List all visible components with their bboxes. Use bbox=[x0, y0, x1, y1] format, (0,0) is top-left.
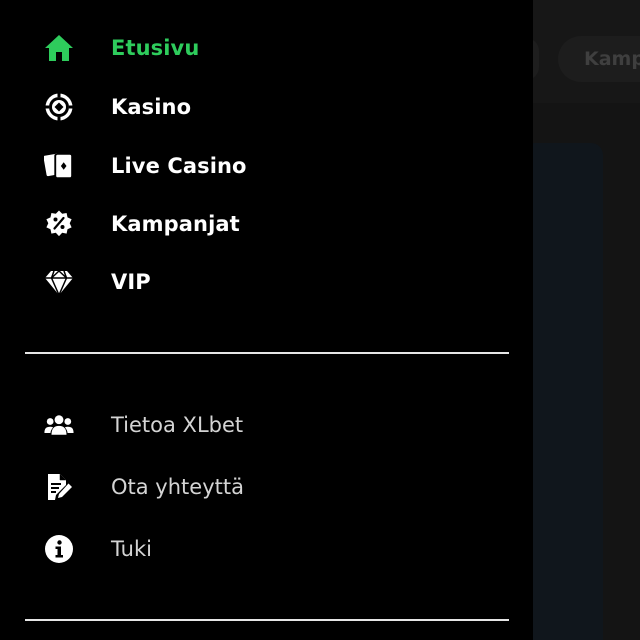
nav-item-ota-yhteytta[interactable]: Ota yhteyttä bbox=[0, 467, 533, 507]
nav-label-vip: VIP bbox=[111, 270, 151, 294]
background-tab-kampanjat[interactable]: Kamp bbox=[558, 36, 640, 82]
nav-label-etusivu: Etusivu bbox=[111, 36, 200, 60]
navigation-drawer: Etusivu Kasino Live Casino Kampanjat VIP… bbox=[0, 0, 533, 640]
background-header: Kamp bbox=[513, 0, 640, 103]
users-icon bbox=[44, 410, 74, 440]
nav-item-kasino[interactable]: Kasino bbox=[0, 87, 533, 127]
nav-item-kampanjat[interactable]: Kampanjat bbox=[0, 204, 533, 244]
nav-item-etusivu[interactable]: Etusivu bbox=[0, 28, 533, 68]
drawer-divider-bottom bbox=[25, 619, 509, 621]
nav-label-tuki: Tuki bbox=[111, 537, 152, 561]
page-backdrop[interactable]: Kamp bbox=[513, 0, 640, 640]
nav-item-live-casino[interactable]: Live Casino bbox=[0, 146, 533, 186]
nav-label-ota-yhteytta: Ota yhteyttä bbox=[111, 475, 244, 499]
background-banner-card[interactable] bbox=[523, 143, 603, 640]
nav-label-kasino: Kasino bbox=[111, 95, 192, 119]
home-icon bbox=[44, 33, 74, 63]
playing-cards-icon bbox=[44, 151, 74, 181]
percent-badge-icon bbox=[44, 209, 74, 239]
nav-label-tietoa-xlbet: Tietoa XLbet bbox=[111, 413, 244, 437]
nav-item-vip[interactable]: VIP bbox=[0, 262, 533, 302]
casino-chip-icon bbox=[44, 92, 74, 122]
nav-label-live-casino: Live Casino bbox=[111, 154, 247, 178]
drawer-divider-top bbox=[25, 352, 509, 354]
nav-label-kampanjat: Kampanjat bbox=[111, 212, 240, 236]
document-edit-icon bbox=[44, 472, 74, 502]
page: Kamp Etusivu Kasino Live Casino Kampanja… bbox=[0, 0, 640, 640]
nav-item-tuki[interactable]: Tuki bbox=[0, 529, 533, 569]
diamond-icon bbox=[44, 267, 74, 297]
nav-item-tietoa-xlbet[interactable]: Tietoa XLbet bbox=[0, 405, 533, 445]
info-icon bbox=[44, 534, 74, 564]
